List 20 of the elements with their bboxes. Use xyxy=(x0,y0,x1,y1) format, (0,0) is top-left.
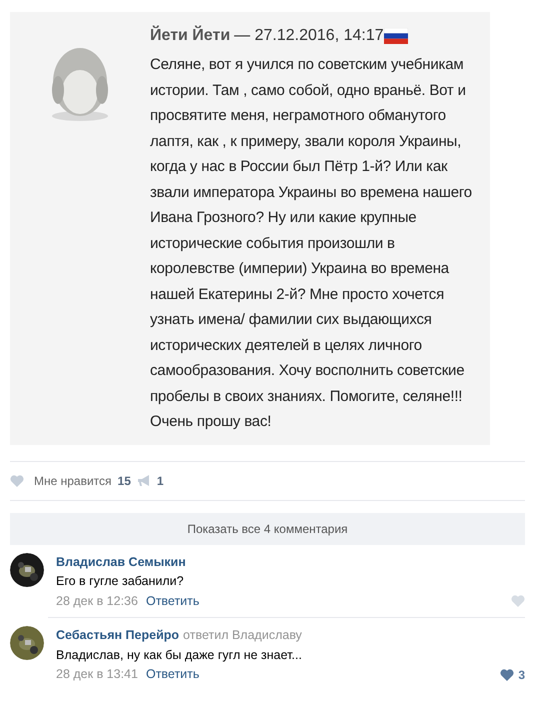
show-all-comments-button[interactable]: Показать все 4 комментария xyxy=(10,512,525,544)
like-icon[interactable] xyxy=(500,668,514,681)
megaphone-icon[interactable] xyxy=(136,474,151,486)
reply-link[interactable]: Ответить xyxy=(146,592,200,611)
share-count: 1 xyxy=(156,472,164,490)
comment-author[interactable]: Себастьян Перейро xyxy=(56,626,180,644)
like-label[interactable]: Мне нравится xyxy=(34,472,112,490)
reply-link[interactable]: Ответить xyxy=(146,665,200,684)
like-count: 3 xyxy=(518,666,525,684)
comment-text: Его в гугле забанили? xyxy=(56,573,185,590)
flag-icon xyxy=(384,28,408,44)
comment-time: 28 дек в 13:41 xyxy=(56,666,138,684)
post-text: Селяне, вот я учился по советским учебникам истории. Там , само собой, одно враньё. Вот и просвятите меня, неграмотного обманутого лаптя, как , к примеру, звали короля Украины, когда у нас в России был Пётр 1-й? Или как звали императора Украины во времена нашего Ивана Грозного? Ну или какие крупные исторические события произошли в королевстве (империи) Украина во времена нашей Екатерины 2-й? Мне просто хочется узнать имена/ фамилии сих выдающихся исторических деятелей в целях личного самообразования. Хочу восполнить советские пробелы в своих знаниях. Помогите, селяне!!! Очень прошу вас! xyxy=(150,55,473,432)
like-count: 15 xyxy=(118,472,131,490)
comment-text: Владислав, ну как бы даже гугл не знает... xyxy=(56,646,303,664)
author-name[interactable]: Йети Йети xyxy=(150,24,230,48)
comment-time: 28 дек в 12:36 xyxy=(56,593,138,610)
reply-to-label: ответил Владиславу xyxy=(183,626,302,644)
comment-author[interactable]: Владислав Семыкин xyxy=(56,552,186,572)
post-date: — 27.12.2016, 14:17 xyxy=(234,26,384,46)
